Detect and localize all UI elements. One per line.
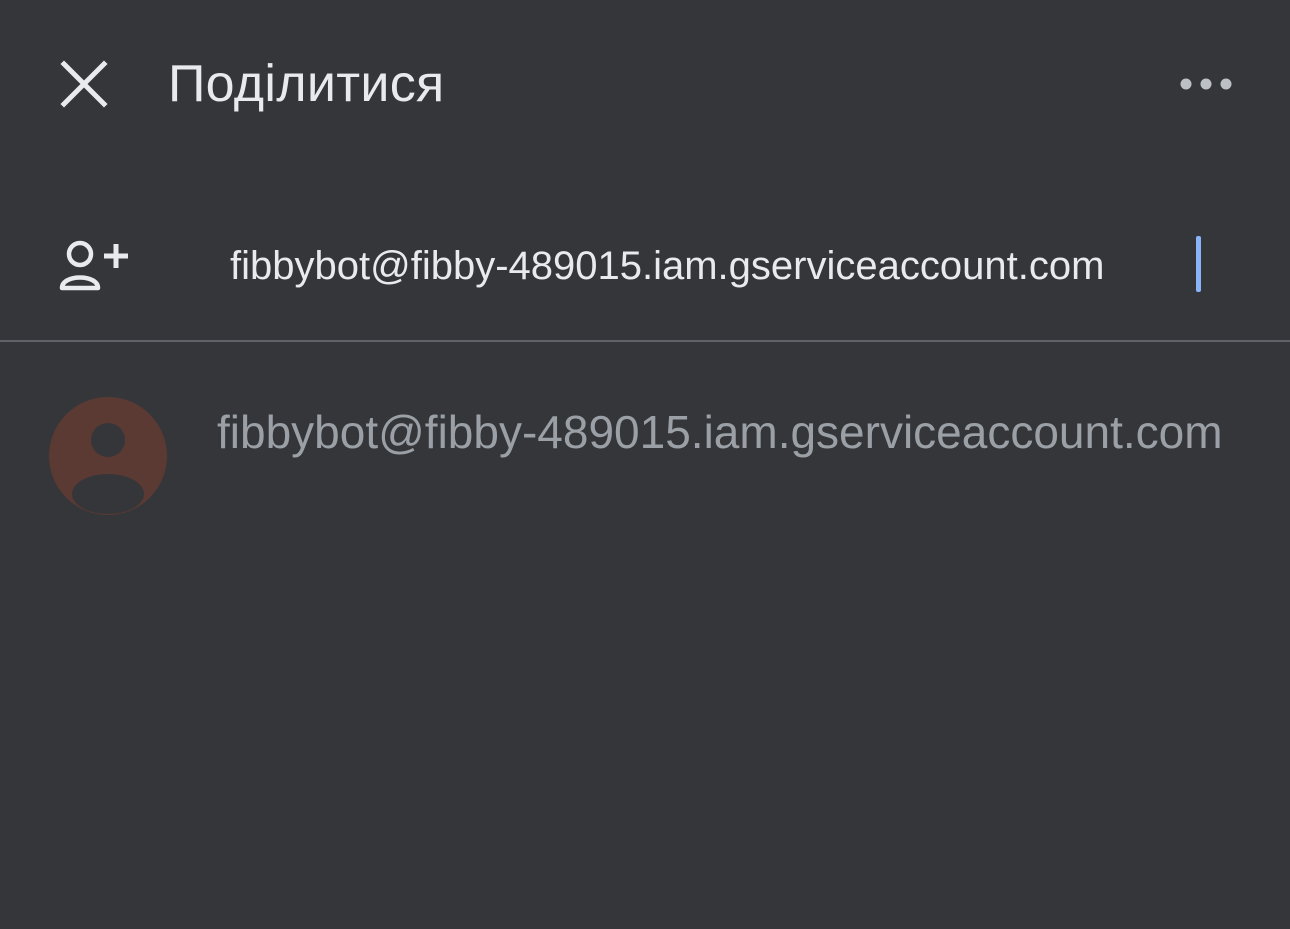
- share-dialog: Поділитися fibbybot@fibby-489015.iam.gse…: [0, 0, 1290, 929]
- share-header: Поділитися: [0, 0, 1290, 170]
- more-options-button[interactable]: [1172, 62, 1240, 106]
- text-caret: [1196, 236, 1201, 292]
- more-horizontal-icon: [1180, 78, 1232, 90]
- person-add-icon: [59, 240, 128, 291]
- add-people-row: [0, 200, 1290, 340]
- divider: [0, 340, 1290, 342]
- add-people-input[interactable]: [230, 236, 1240, 296]
- page-title: Поділитися: [168, 55, 445, 113]
- suggestion-email: fibbybot@fibby-489015.iam.gserviceaccoun…: [217, 406, 1223, 458]
- close-button[interactable]: [52, 52, 116, 116]
- default-avatar-icon: [49, 397, 167, 515]
- suggestion-list-item[interactable]: fibbybot@fibby-489015.iam.gserviceaccoun…: [0, 380, 1290, 550]
- close-icon: [60, 60, 108, 108]
